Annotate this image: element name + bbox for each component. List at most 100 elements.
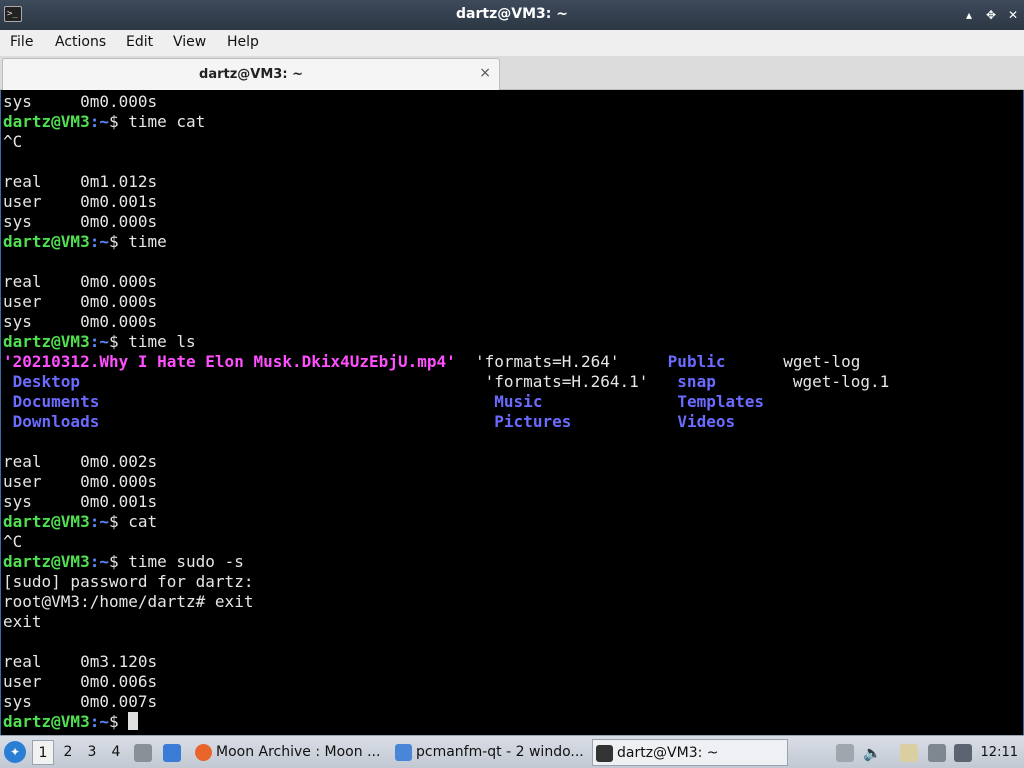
ls-entry (571, 412, 677, 431)
window-switch-icon[interactable] (163, 744, 181, 762)
firefox-icon (195, 744, 212, 761)
terminal-line: user 0m0.006s (3, 672, 158, 691)
workspace-4[interactable]: 4 (105, 740, 127, 765)
terminal-line: user 0m0.000s (3, 472, 158, 491)
prompt-path: :~ (89, 232, 109, 251)
terminal-icon (596, 745, 613, 762)
ls-directory: Downloads (3, 412, 100, 431)
terminal-line: dartz@VM3:~$ time ls (3, 332, 889, 352)
workspace-3[interactable]: 3 (81, 740, 103, 765)
terminal-line: real 0m1.012s (3, 172, 158, 191)
task-label: dartz@VM3: ~ (617, 745, 719, 761)
command-text: $ (108, 712, 129, 731)
network-icon[interactable] (928, 744, 946, 762)
ls-video-file: '20210312.Why I Hate Elon Musk.Dkix4UzEb… (3, 352, 456, 371)
ls-directory: Pictures (494, 412, 572, 431)
volume-icon[interactable]: 🔈 (863, 744, 882, 762)
ls-entry (99, 392, 494, 411)
ls-entry (542, 392, 677, 411)
clipboard-icon[interactable] (900, 744, 918, 762)
terminal-line: real 0m0.002s (3, 452, 158, 471)
terminal-line: ^C (3, 532, 23, 551)
ls-entry (725, 352, 783, 371)
terminal-line: exit (3, 612, 42, 631)
menu-bar: File Actions Edit View Help (0, 30, 1024, 56)
terminal-line: Documents Music Templates (3, 392, 889, 412)
start-menu-icon[interactable]: ✦ (4, 741, 26, 763)
terminal-line: user 0m0.001s (3, 192, 158, 211)
taskbar: ✦ 1 2 3 4 Moon Archive : Moon ... pcmanf… (0, 735, 1024, 768)
terminal-line: [sudo] password for dartz: (3, 572, 254, 591)
ls-directory: Templates (677, 392, 765, 411)
prompt-path: :~ (89, 112, 109, 131)
menu-help[interactable]: Help (227, 34, 259, 50)
terminal-line: sys 0m0.000s (3, 92, 158, 111)
close-window-button[interactable]: ✕ (1004, 6, 1022, 24)
terminal-line: dartz@VM3:~$ cat (3, 512, 889, 532)
task-label: Moon Archive : Moon ... (216, 744, 381, 760)
menu-edit[interactable]: Edit (126, 34, 153, 50)
workspace-2[interactable]: 2 (57, 740, 79, 765)
keyboard-icon[interactable] (836, 744, 854, 762)
command-text: $ time cat (108, 112, 206, 131)
ls-entry: wget-log.1 (792, 372, 890, 391)
workspace-1[interactable]: 1 (32, 740, 54, 765)
terminal-line: '20210312.Why I Hate Elon Musk.Dkix4UzEb… (3, 352, 889, 372)
window-title: dartz@VM3: ~ (456, 6, 568, 22)
terminal-line: sys 0m0.001s (3, 492, 158, 511)
tab-terminal[interactable]: dartz@VM3: ~ × (2, 58, 500, 90)
terminal-line: sys 0m0.000s (3, 212, 158, 231)
command-text: $ time sudo -s (108, 552, 244, 571)
terminal-output[interactable]: sys 0m0.000s dartz@VM3:~$ time cat ^C real … (0, 90, 1024, 735)
ls-directory: Music (494, 392, 543, 411)
prompt-user: dartz@VM3 (3, 232, 90, 251)
terminal-line: dartz@VM3:~$ time sudo -s (3, 552, 889, 572)
prompt-path: :~ (89, 332, 109, 351)
ls-entry (99, 412, 494, 431)
tab-label: dartz@VM3: ~ (199, 67, 303, 82)
ls-directory: Public (667, 352, 726, 371)
maximize-button[interactable]: ✥ (982, 6, 1000, 24)
menu-actions[interactable]: Actions (55, 34, 106, 50)
clock: 12:11 (980, 745, 1018, 760)
tab-close-icon[interactable]: × (479, 65, 491, 81)
task-label: pcmanfm-qt - 2 windo... (416, 744, 584, 760)
ls-entry: 'formats=H.264' (455, 352, 668, 371)
prompt-path: :~ (89, 552, 109, 571)
prompt-user: dartz@VM3 (3, 112, 90, 131)
text-cursor (128, 712, 139, 730)
terminal-line: sys 0m0.000s (3, 312, 158, 331)
command-text: $ time (108, 232, 167, 251)
terminal-line: dartz@VM3:~$ time cat (3, 112, 889, 132)
ls-entry: wget-log (783, 352, 861, 371)
menu-file[interactable]: File (10, 34, 33, 50)
ls-directory: Documents (3, 392, 100, 411)
command-text: $ time ls (108, 332, 196, 351)
window-titlebar[interactable]: >_ dartz@VM3: ~ ▴ ✥ ✕ (0, 0, 1024, 30)
prompt-user: dartz@VM3 (3, 332, 90, 351)
ls-directory: snap (677, 372, 716, 391)
task-firefox[interactable]: Moon Archive : Moon ... (192, 739, 388, 766)
prompt-user: dartz@VM3 (3, 512, 90, 531)
prompt-user: dartz@VM3 (3, 552, 90, 571)
ls-directory: Videos (677, 412, 736, 431)
terminal-line: root@VM3:/home/dartz# exit (3, 592, 254, 611)
show-desktop-icon[interactable] (134, 744, 152, 762)
ls-entry: 'formats=H.264.1' (80, 372, 678, 391)
terminal-line: dartz@VM3:~$ time (3, 232, 889, 252)
task-file-manager[interactable]: pcmanfm-qt - 2 windo... (392, 739, 588, 766)
prompt-path: :~ (89, 712, 109, 731)
terminal-lines: sys 0m0.000s dartz@VM3:~$ time cat ^C real … (3, 92, 889, 732)
terminal-line: Downloads Pictures Videos (3, 412, 889, 432)
terminal-line: sys 0m0.007s (3, 692, 158, 711)
minimize-button[interactable]: ▴ (960, 6, 978, 24)
folder-icon (395, 744, 412, 761)
ls-entry (716, 372, 793, 391)
task-terminal[interactable]: dartz@VM3: ~ (592, 739, 788, 766)
notification-icon[interactable] (954, 744, 972, 762)
menu-view[interactable]: View (173, 34, 206, 50)
